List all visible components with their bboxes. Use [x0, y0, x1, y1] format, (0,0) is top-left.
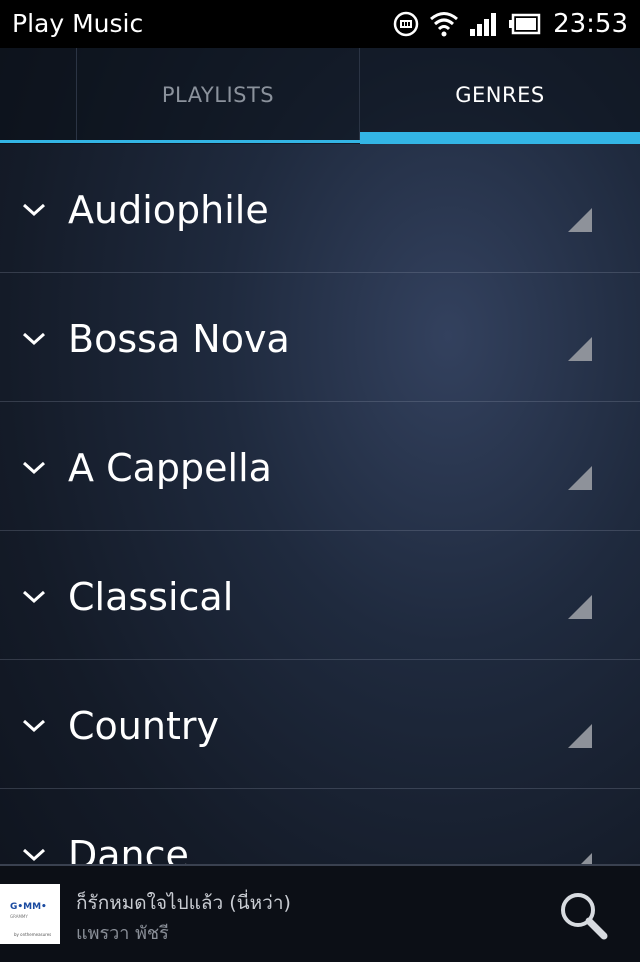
context-menu-corner-icon[interactable] [568, 724, 592, 748]
tab-genres[interactable]: GENRES [360, 48, 640, 141]
genre-row[interactable]: Audiophile [0, 144, 640, 273]
chevron-down-icon[interactable] [20, 200, 48, 220]
genre-label: Country [68, 704, 219, 748]
chevron-down-icon[interactable] [20, 329, 48, 349]
track-artist: แพรวา พัชรี [76, 923, 169, 944]
genre-row[interactable]: Country [0, 660, 640, 789]
chevron-down-icon[interactable] [20, 845, 48, 864]
genre-label: Classical [68, 575, 234, 619]
status-app-name: Play Music [12, 9, 144, 38]
context-menu-corner-icon[interactable] [568, 853, 592, 864]
search-icon[interactable] [556, 888, 610, 942]
genre-label: A Cappella [68, 446, 272, 490]
now-playing-bar[interactable]: G•MM• GRAMMY by onthemeasures ก็รักหมดใจ… [0, 864, 640, 962]
wifi-icon [430, 12, 459, 37]
tab-overflow-area[interactable] [0, 48, 77, 141]
notification-icon [393, 11, 419, 37]
chevron-down-icon[interactable] [20, 458, 48, 478]
chevron-down-icon[interactable] [20, 716, 48, 736]
genre-label: Dance [68, 833, 189, 864]
status-icons: 23:53 [393, 0, 628, 48]
genre-row[interactable]: Bossa Nova [0, 273, 640, 402]
genre-label: Bossa Nova [68, 317, 290, 361]
genre-row[interactable]: Dance [0, 789, 640, 864]
context-menu-corner-icon[interactable] [568, 208, 592, 232]
tab-bar: PLAYLISTS GENRES [0, 48, 640, 144]
album-art-sub-text: GRAMMY [10, 914, 28, 919]
chevron-down-icon[interactable] [20, 587, 48, 607]
album-art-foot-text: by onthemeasures [14, 932, 52, 937]
genre-list: Audiophile Bossa Nova A Cappella Classic… [0, 144, 640, 864]
genre-label: Audiophile [68, 188, 269, 232]
tab-selected-indicator [360, 132, 640, 144]
album-art-logo-text: G•MM• [10, 902, 47, 912]
signal-icon [470, 13, 497, 36]
context-menu-corner-icon[interactable] [568, 337, 592, 361]
track-title: ก็รักหมดใจไปแล้ว (นี่หว่า) [76, 892, 291, 914]
battery-icon [509, 13, 541, 35]
genre-row[interactable]: A Cappella [0, 402, 640, 531]
album-art[interactable]: G•MM• GRAMMY by onthemeasures [0, 884, 60, 944]
tab-playlists[interactable]: PLAYLISTS [77, 48, 360, 141]
context-menu-corner-icon[interactable] [568, 466, 592, 490]
context-menu-corner-icon[interactable] [568, 595, 592, 619]
genre-row[interactable]: Classical [0, 531, 640, 660]
status-time: 23:53 [553, 9, 628, 39]
status-bar: Play Music 23:53 [0, 0, 640, 48]
